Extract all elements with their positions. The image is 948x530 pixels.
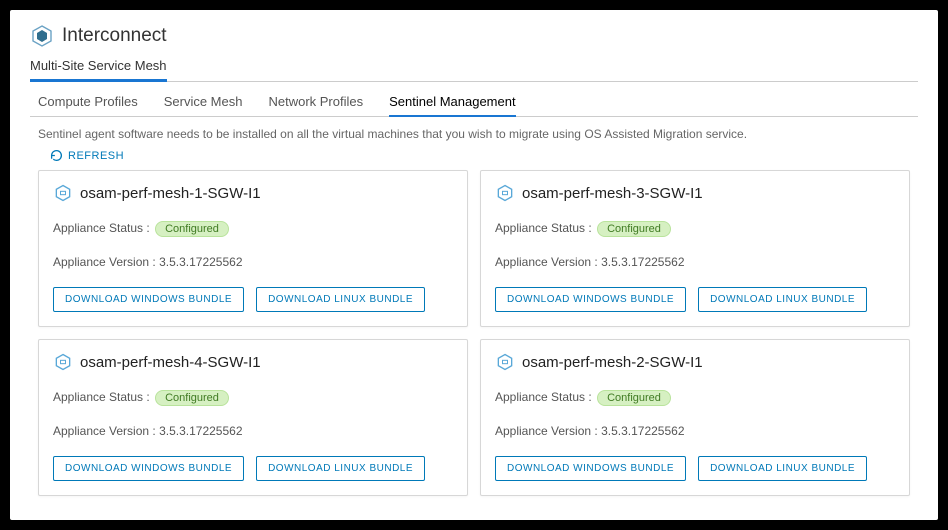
appliance-name: osam-perf-mesh-4-SGW-I1 [80,354,261,371]
appliance-name: osam-perf-mesh-2-SGW-I1 [522,354,703,371]
appliance-version-row: Appliance Version : 3.5.3.17225562 [53,255,453,269]
card-header: osam-perf-mesh-4-SGW-I1 [53,352,453,372]
appliance-status-row: Appliance Status : Configured [495,390,895,406]
refresh-label: REFRESH [68,150,124,162]
refresh-button[interactable]: REFRESH [30,143,124,170]
appliance-card: osam-perf-mesh-4-SGW-I1 Appliance Status… [38,339,468,496]
appliance-status-row: Appliance Status : Configured [53,390,453,406]
refresh-icon [50,149,63,162]
download-windows-button[interactable]: DOWNLOAD WINDOWS BUNDLE [495,456,686,481]
card-header: osam-perf-mesh-1-SGW-I1 [53,183,453,203]
status-badge: Configured [155,390,229,406]
download-windows-button[interactable]: DOWNLOAD WINDOWS BUNDLE [495,287,686,312]
download-linux-button[interactable]: DOWNLOAD LINUX BUNDLE [698,287,867,312]
status-badge: Configured [597,221,671,237]
download-windows-button[interactable]: DOWNLOAD WINDOWS BUNDLE [53,456,244,481]
appliance-version-label: Appliance Version : [495,424,598,438]
appliance-version-value: 3.5.3.17225562 [159,255,242,269]
appliance-card: osam-perf-mesh-1-SGW-I1 Appliance Status… [38,170,468,327]
hexagon-icon [53,352,73,372]
status-badge: Configured [597,390,671,406]
app-window: Interconnect Multi-Site Service Mesh Com… [10,10,938,520]
tab-sentinel-management[interactable]: Sentinel Management [389,90,515,117]
card-actions: DOWNLOAD WINDOWS BUNDLE DOWNLOAD LINUX B… [495,456,895,481]
page-header: Interconnect [30,24,918,48]
appliance-name: osam-perf-mesh-3-SGW-I1 [522,185,703,202]
hexagon-icon [53,183,73,203]
card-actions: DOWNLOAD WINDOWS BUNDLE DOWNLOAD LINUX B… [53,287,453,312]
appliance-name: osam-perf-mesh-1-SGW-I1 [80,185,261,202]
status-badge: Configured [155,221,229,237]
tab-network-profiles[interactable]: Network Profiles [268,90,363,116]
appliance-version-row: Appliance Version : 3.5.3.17225562 [495,424,895,438]
download-linux-button[interactable]: DOWNLOAD LINUX BUNDLE [698,456,867,481]
appliance-status-label: Appliance Status : [495,390,592,404]
download-windows-button[interactable]: DOWNLOAD WINDOWS BUNDLE [53,287,244,312]
appliance-version-label: Appliance Version : [53,255,156,269]
card-header: osam-perf-mesh-3-SGW-I1 [495,183,895,203]
card-header: osam-perf-mesh-2-SGW-I1 [495,352,895,372]
secondary-tab-bar: Compute Profiles Service Mesh Network Pr… [30,90,918,117]
tab-service-mesh[interactable]: Service Mesh [164,90,243,116]
appliance-status-row: Appliance Status : Configured [495,221,895,237]
appliance-version-label: Appliance Version : [53,424,156,438]
download-linux-button[interactable]: DOWNLOAD LINUX BUNDLE [256,287,425,312]
appliance-status-label: Appliance Status : [53,221,150,235]
appliance-version-row: Appliance Version : 3.5.3.17225562 [53,424,453,438]
card-actions: DOWNLOAD WINDOWS BUNDLE DOWNLOAD LINUX B… [495,287,895,312]
appliance-version-value: 3.5.3.17225562 [601,255,684,269]
card-actions: DOWNLOAD WINDOWS BUNDLE DOWNLOAD LINUX B… [53,456,453,481]
hexagon-icon [495,183,515,203]
appliance-status-row: Appliance Status : Configured [53,221,453,237]
download-linux-button[interactable]: DOWNLOAD LINUX BUNDLE [256,456,425,481]
primary-tab-bar: Multi-Site Service Mesh [30,56,918,82]
appliance-status-label: Appliance Status : [53,390,150,404]
appliance-status-label: Appliance Status : [495,221,592,235]
appliance-card: osam-perf-mesh-3-SGW-I1 Appliance Status… [480,170,910,327]
appliance-version-row: Appliance Version : 3.5.3.17225562 [495,255,895,269]
page-title: Interconnect [62,25,167,47]
tab-compute-profiles[interactable]: Compute Profiles [38,90,138,116]
tab-description: Sentinel agent software needs to be inst… [30,121,918,143]
hexagon-icon [495,352,515,372]
appliance-version-value: 3.5.3.17225562 [159,424,242,438]
appliance-version-value: 3.5.3.17225562 [601,424,684,438]
cards-grid: osam-perf-mesh-1-SGW-I1 Appliance Status… [30,170,918,496]
appliance-version-label: Appliance Version : [495,255,598,269]
tab-multi-site-service-mesh[interactable]: Multi-Site Service Mesh [30,56,167,82]
appliance-card: osam-perf-mesh-2-SGW-I1 Appliance Status… [480,339,910,496]
interconnect-icon [30,24,54,48]
